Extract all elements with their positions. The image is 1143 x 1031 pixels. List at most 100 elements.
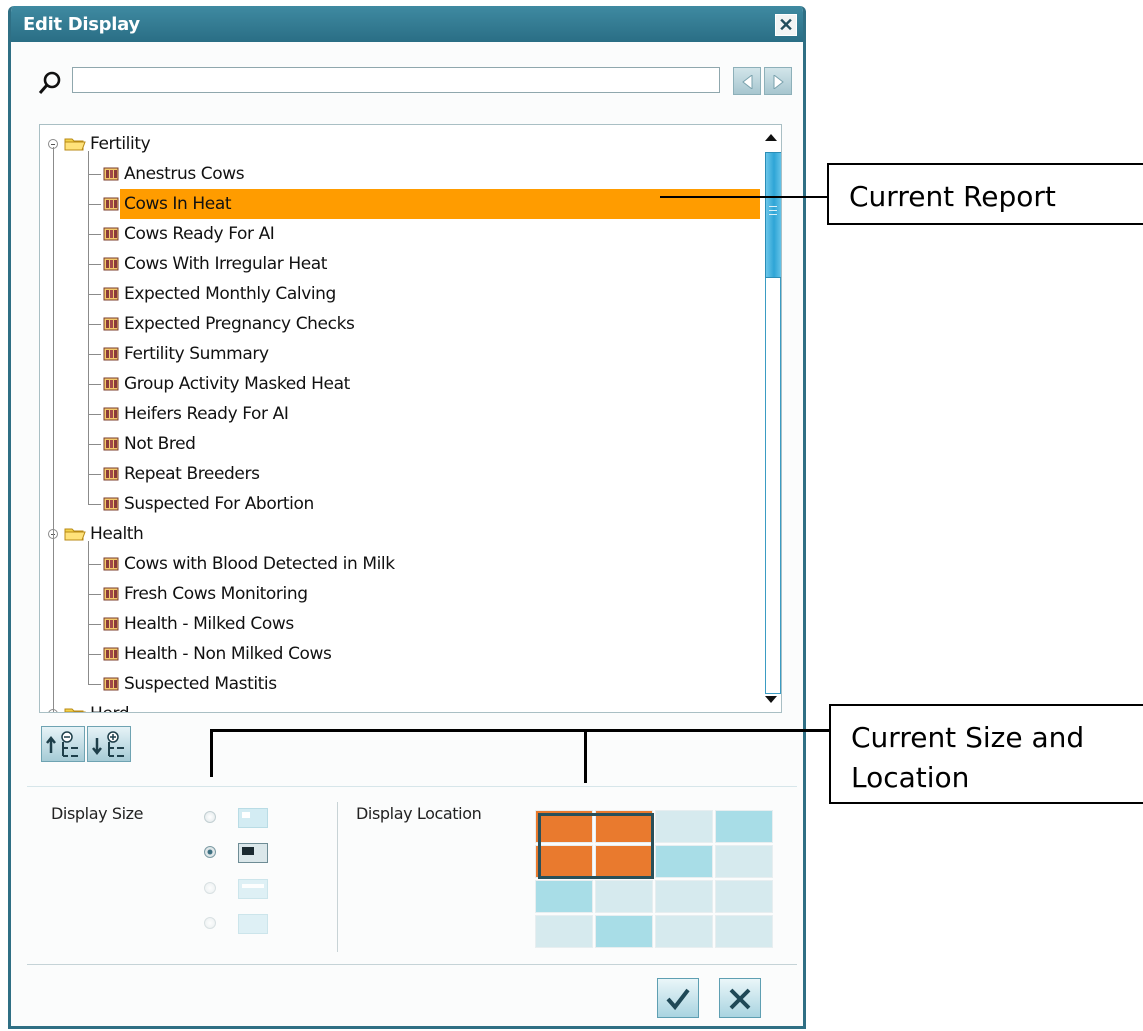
location-cell[interactable] xyxy=(655,845,713,878)
tree-item[interactable]: Fresh Cows Monitoring xyxy=(102,579,308,609)
location-cell[interactable] xyxy=(595,915,653,948)
size-option-4-radio[interactable] xyxy=(204,917,216,929)
ok-button[interactable] xyxy=(657,978,699,1018)
tree-item[interactable]: Cows Ready For AI xyxy=(102,219,275,249)
tree-item[interactable]: Expected Monthly Calving xyxy=(102,279,336,309)
search-input[interactable] xyxy=(72,67,720,93)
tree-item[interactable]: Repeat Breeders xyxy=(102,459,260,489)
size-wide-icon xyxy=(238,879,268,899)
report-icon xyxy=(102,345,120,363)
tree-item-label: Repeat Breeders xyxy=(124,464,260,484)
callout-size-line xyxy=(210,729,213,777)
tree-item[interactable]: Suspected Mastitis xyxy=(102,669,277,699)
tree-group-herd[interactable]: Herd xyxy=(48,699,130,712)
tree-connector xyxy=(88,564,101,565)
tree-item[interactable]: Fertility Summary xyxy=(102,339,269,369)
folder-icon xyxy=(64,526,86,542)
tree-connector xyxy=(88,294,101,295)
tree-connector xyxy=(88,204,101,205)
arrow-right-icon xyxy=(773,75,784,89)
x-icon xyxy=(729,988,751,1010)
tree-item-label: Expected Monthly Calving xyxy=(124,284,336,304)
search-next-button[interactable] xyxy=(764,67,792,95)
collapse-all-button[interactable] xyxy=(41,726,85,762)
tree-connector xyxy=(53,147,54,712)
report-icon xyxy=(102,165,120,183)
report-icon xyxy=(102,615,120,633)
tree-item[interactable]: Heifers Ready For AI xyxy=(102,399,289,429)
expand-tree-icon xyxy=(92,731,124,757)
callout-current-report: Current Report xyxy=(827,163,1143,225)
callout-location-line xyxy=(584,729,587,783)
tree-connector xyxy=(88,594,101,595)
scroll-thumb[interactable] xyxy=(765,152,781,278)
tree-item[interactable]: Not Bred xyxy=(102,429,196,459)
close-icon[interactable]: ✕ xyxy=(775,14,797,36)
tree-item[interactable]: Expected Pregnancy Checks xyxy=(102,309,355,339)
separator xyxy=(27,786,797,787)
report-icon xyxy=(102,465,120,483)
location-cell[interactable] xyxy=(655,915,713,948)
tree-item-selected[interactable]: Cows In Heat xyxy=(102,189,232,219)
report-icon xyxy=(102,435,120,453)
arrow-left-icon xyxy=(742,75,753,89)
callout-current-report-text: Current Report xyxy=(849,180,1056,213)
title-bar: Edit Display ✕ xyxy=(11,6,803,42)
search-previous-button[interactable] xyxy=(733,67,761,95)
display-location-label: Display Location xyxy=(356,804,482,823)
report-icon xyxy=(102,405,120,423)
section-divider xyxy=(337,802,338,952)
cancel-button[interactable] xyxy=(719,978,761,1018)
size-option-2-radio[interactable] xyxy=(204,846,216,858)
tree-connector xyxy=(88,624,101,625)
tree-connector xyxy=(88,654,101,655)
location-cell[interactable] xyxy=(595,880,653,913)
location-cell[interactable] xyxy=(715,810,773,843)
tree-connector xyxy=(88,384,101,385)
tree-group-label: Fertility xyxy=(90,134,151,154)
tree-item[interactable]: Cows With Irregular Heat xyxy=(102,249,327,279)
expand-all-button[interactable] xyxy=(87,726,131,762)
selected-location-frame xyxy=(538,813,654,879)
tree-item-label: Cows Ready For AI xyxy=(124,224,275,244)
display-size-label: Display Size xyxy=(51,804,144,823)
tree-connector xyxy=(88,151,89,504)
scroll-track[interactable] xyxy=(765,152,781,694)
location-cell[interactable] xyxy=(715,880,773,913)
tree-item[interactable]: Health - Non Milked Cows xyxy=(102,639,332,669)
tree-group-health[interactable]: Health xyxy=(48,519,144,549)
tree-item[interactable]: Health - Milked Cows xyxy=(102,609,294,639)
edit-display-dialog: Edit Display ✕ Fertility Anestrus Cows Cow… xyxy=(8,6,806,1029)
location-cell[interactable] xyxy=(655,810,713,843)
tree-item[interactable]: Cows with Blood Detected in Milk xyxy=(102,549,395,579)
report-icon xyxy=(102,315,120,333)
location-cell[interactable] xyxy=(535,915,593,948)
report-icon xyxy=(102,495,120,513)
tree-item[interactable]: Suspected For Abortion xyxy=(102,489,314,519)
scroll-up-icon[interactable] xyxy=(763,130,779,146)
report-icon xyxy=(102,285,120,303)
size-option-3-radio[interactable] xyxy=(204,882,216,894)
tree-scrollbar[interactable] xyxy=(761,126,781,711)
search-icon[interactable] xyxy=(37,70,63,96)
tree-connector xyxy=(88,504,101,505)
report-tree[interactable]: Fertility Anestrus Cows Cows In Heat Cows R… xyxy=(39,124,782,713)
scroll-down-icon[interactable] xyxy=(763,691,779,707)
tree-connector xyxy=(88,234,101,235)
tree-item-label: Cows with Blood Detected in Milk xyxy=(124,554,395,574)
size-option-1-radio[interactable] xyxy=(204,811,216,823)
tree-connector xyxy=(88,174,101,175)
location-cell[interactable] xyxy=(655,880,713,913)
tree-item[interactable]: Group Activity Masked Heat xyxy=(102,369,350,399)
separator xyxy=(27,964,797,965)
tree-group-fertility[interactable]: Fertility xyxy=(48,129,151,159)
tree-connector xyxy=(88,414,101,415)
location-cell[interactable] xyxy=(715,915,773,948)
report-icon xyxy=(102,585,120,603)
callout-size-location-line2: Location xyxy=(851,761,970,794)
report-icon xyxy=(102,225,120,243)
tree-group-label: Herd xyxy=(90,704,130,712)
location-cell[interactable] xyxy=(715,845,773,878)
tree-item[interactable]: Anestrus Cows xyxy=(102,159,245,189)
location-cell[interactable] xyxy=(535,880,593,913)
